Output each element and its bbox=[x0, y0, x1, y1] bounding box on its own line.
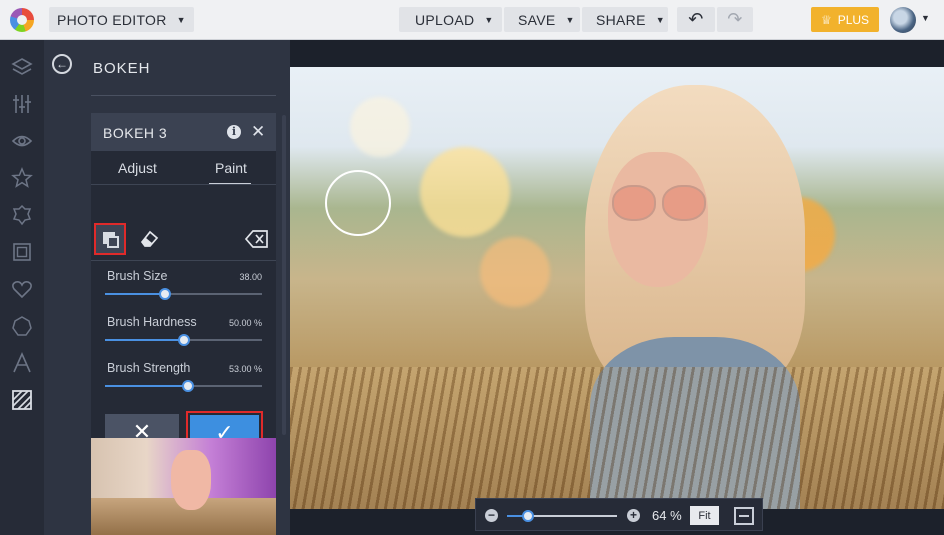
undo-button[interactable]: ↶ bbox=[677, 7, 715, 32]
info-icon[interactable]: i bbox=[227, 125, 241, 139]
heart-icon[interactable] bbox=[10, 278, 34, 302]
chevron-down-icon: ▼ bbox=[655, 14, 665, 25]
frame-icon[interactable] bbox=[10, 241, 34, 265]
chevron-down-icon: ▼ bbox=[565, 14, 575, 25]
crown-icon: ♕ bbox=[820, 12, 832, 27]
editor-mode-dropdown[interactable]: PHOTO EDITOR ▼ bbox=[49, 7, 194, 32]
brush-hardness-slider[interactable] bbox=[105, 334, 262, 346]
fit-button[interactable]: Fit bbox=[690, 506, 719, 525]
plus-upgrade-button[interactable]: ♕ PLUS bbox=[811, 7, 879, 32]
zoom-in-icon[interactable]: + bbox=[627, 509, 640, 522]
eye-icon[interactable] bbox=[10, 130, 34, 154]
eraser-icon bbox=[140, 230, 159, 247]
effect-name: BOKEH 3 bbox=[103, 125, 168, 141]
slider-thumb[interactable] bbox=[158, 288, 171, 300]
frame-badge-icon[interactable] bbox=[10, 204, 34, 228]
slider-thumb[interactable] bbox=[177, 334, 190, 346]
slider-value-brush-hardness: 50.00 % bbox=[228, 318, 262, 328]
chevron-down-icon: ▼ bbox=[484, 14, 494, 25]
share-label: SHARE bbox=[596, 11, 646, 28]
fit-label: Fit bbox=[698, 509, 711, 522]
app-logo-icon[interactable] bbox=[10, 8, 34, 32]
card-header: BOKEH 3 i ✕ bbox=[91, 113, 276, 151]
panel-scrollbar[interactable] bbox=[282, 115, 286, 435]
star-icon[interactable] bbox=[10, 167, 34, 191]
eraser-tool-button[interactable] bbox=[133, 223, 165, 255]
top-toolbar: PHOTO EDITOR ▼ UPLOAD ▼ SAVE ▼ SHARE ▼ ↶… bbox=[0, 0, 944, 40]
slider-value-brush-strength: 53.00 % bbox=[228, 364, 262, 374]
divider bbox=[91, 95, 276, 96]
brush-cursor bbox=[325, 170, 391, 236]
avatar[interactable] bbox=[890, 7, 916, 33]
shape-icon[interactable] bbox=[10, 315, 34, 339]
share-button[interactable]: SHARE ▼ bbox=[582, 7, 668, 32]
slider-value-brush-size: 38.00 bbox=[239, 272, 262, 282]
brush-strength-slider[interactable] bbox=[105, 380, 262, 392]
zoom-level-label: 64 % bbox=[652, 508, 682, 523]
effect-panel: ← BOKEH BOKEH 3 i ✕ Adjust Paint Brush S… bbox=[44, 40, 290, 535]
zoom-bar: − + 64 % Fit bbox=[475, 498, 763, 531]
adjust-icon[interactable] bbox=[10, 93, 34, 117]
effect-preview-thumbnail[interactable] bbox=[91, 438, 276, 535]
upload-button[interactable]: UPLOAD ▼ bbox=[399, 7, 502, 32]
editor-mode-label: PHOTO EDITOR bbox=[57, 11, 167, 28]
panel-title: BOKEH bbox=[93, 60, 151, 77]
layers-icon[interactable] bbox=[10, 56, 34, 80]
tab-adjust[interactable]: Adjust bbox=[118, 160, 157, 176]
plus-label: PLUS bbox=[837, 12, 870, 27]
tool-rail bbox=[0, 40, 44, 535]
divider bbox=[91, 260, 276, 261]
effect-settings-card: BOKEH 3 i ✕ Adjust Paint Brush Size 38.0… bbox=[91, 113, 276, 465]
redo-button[interactable]: ↷ bbox=[717, 7, 753, 32]
back-arrow-icon[interactable]: ← bbox=[52, 54, 72, 74]
chevron-down-icon[interactable]: ▼ bbox=[921, 13, 930, 23]
slider-label-brush-hardness: Brush Hardness bbox=[107, 315, 197, 329]
slider-thumb[interactable] bbox=[521, 510, 534, 522]
clear-mask-button[interactable] bbox=[241, 223, 273, 255]
tab-paint[interactable]: Paint bbox=[215, 160, 247, 176]
undo-icon: ↶ bbox=[688, 9, 704, 29]
upload-label: UPLOAD bbox=[415, 11, 475, 28]
slider-thumb[interactable] bbox=[182, 380, 195, 392]
zoom-slider[interactable] bbox=[507, 510, 617, 522]
slider-label-brush-size: Brush Size bbox=[107, 269, 168, 283]
save-label: SAVE bbox=[518, 11, 556, 28]
brush-size-slider[interactable] bbox=[105, 288, 262, 300]
redo-icon: ↷ bbox=[727, 9, 743, 29]
save-button[interactable]: SAVE ▼ bbox=[504, 7, 580, 32]
chevron-down-icon: ▼ bbox=[176, 14, 186, 25]
close-icon[interactable]: ✕ bbox=[251, 122, 265, 142]
paint-brush-tool-button[interactable] bbox=[94, 223, 126, 255]
fullscreen-icon[interactable] bbox=[734, 507, 754, 525]
divider bbox=[91, 184, 276, 185]
text-icon[interactable] bbox=[10, 352, 34, 376]
backspace-icon bbox=[245, 230, 268, 248]
slider-label-brush-strength: Brush Strength bbox=[107, 361, 191, 375]
zoom-out-icon[interactable]: − bbox=[485, 509, 498, 522]
photo-canvas[interactable] bbox=[290, 67, 944, 509]
texture-icon[interactable] bbox=[10, 389, 34, 413]
